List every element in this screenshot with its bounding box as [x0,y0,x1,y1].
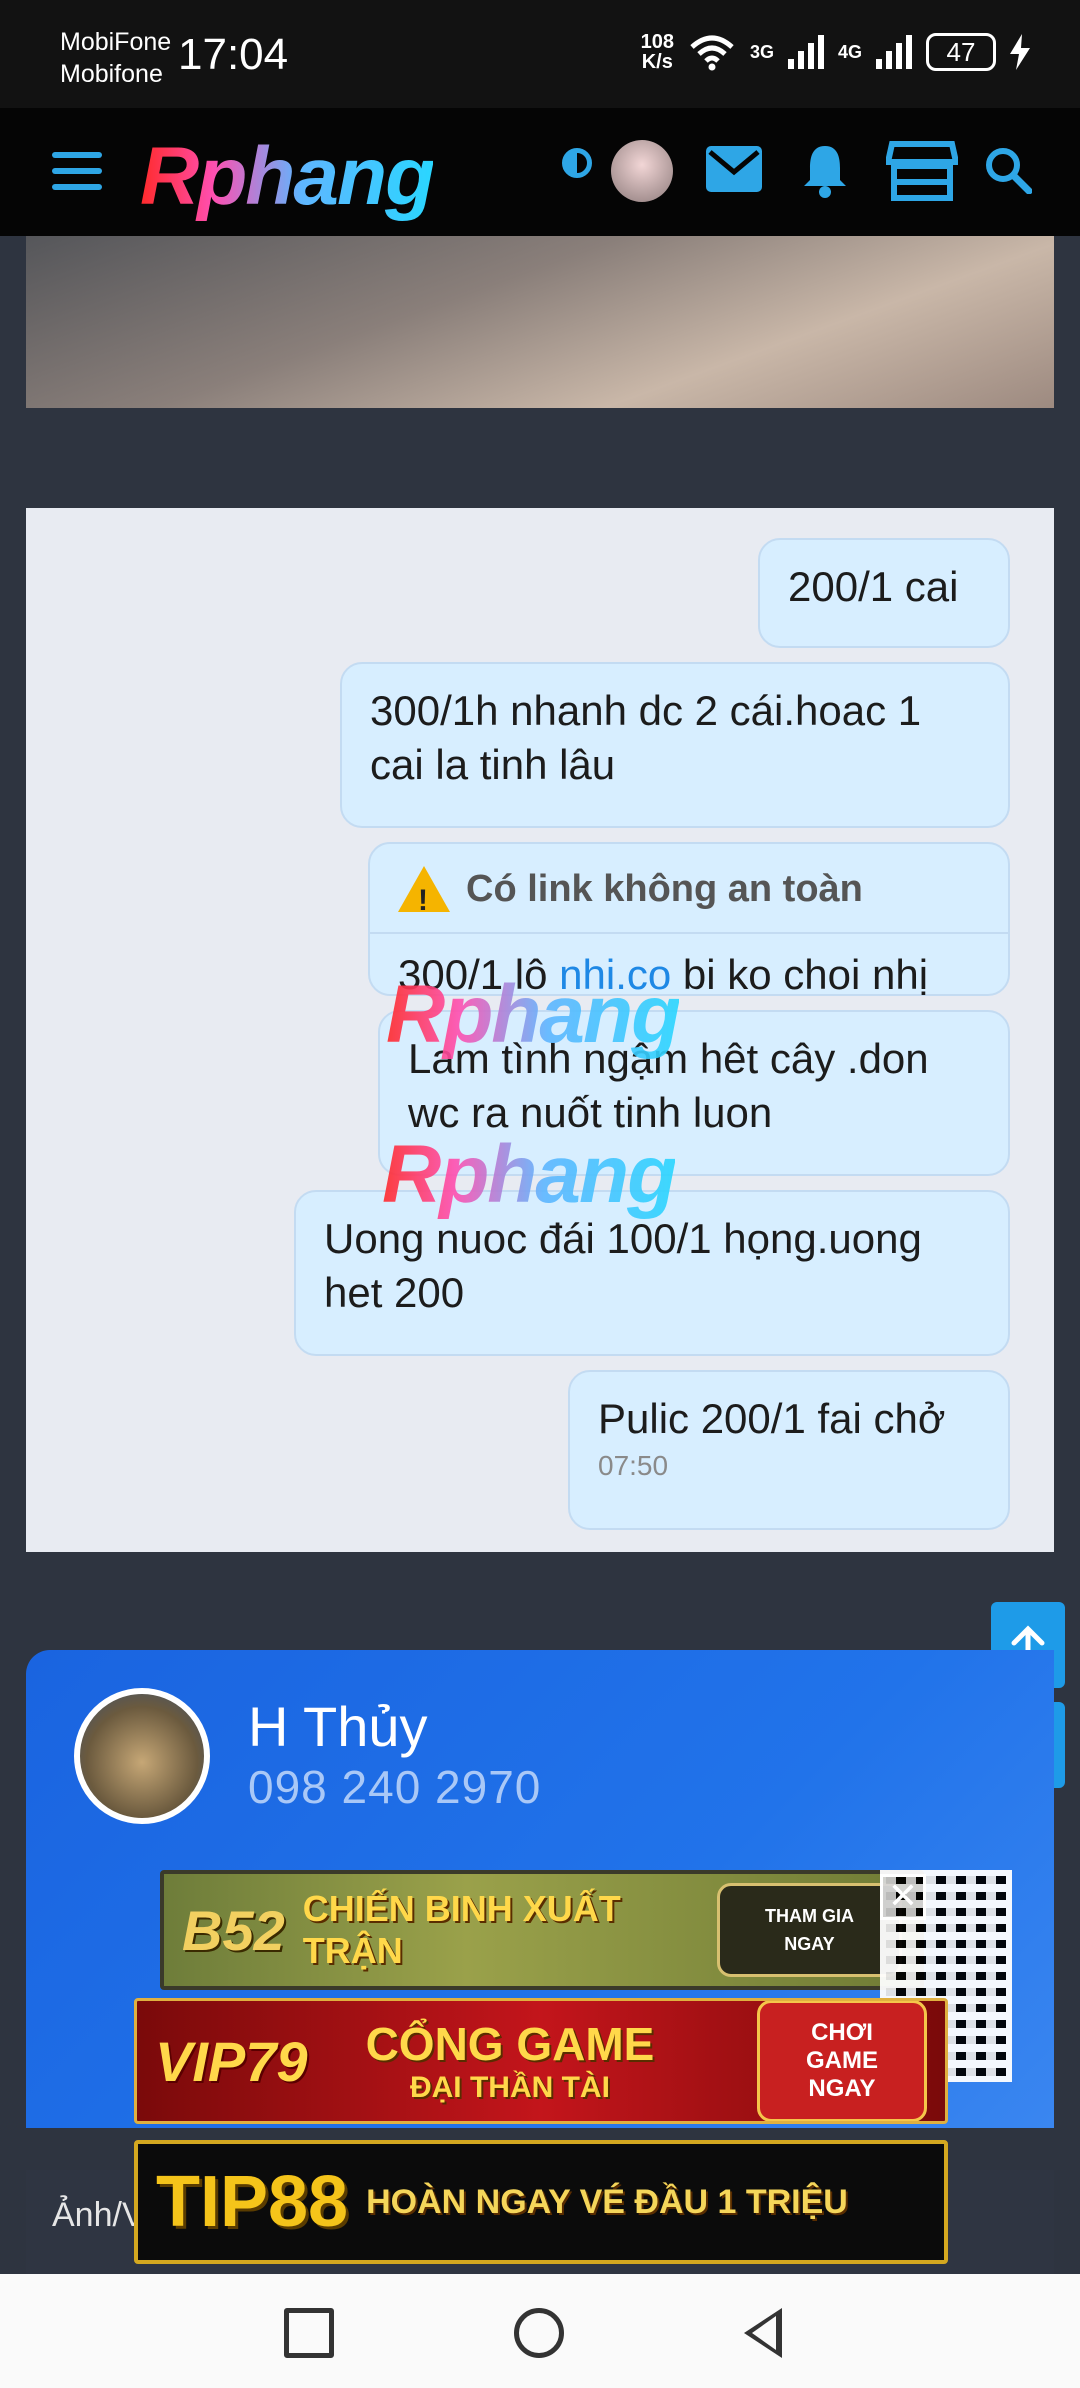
ad-banner-b52[interactable]: B52 CHIẾN BINH XUẤT TRẬN THAM GIA NGAY [160,1870,924,1990]
carrier-name: MobiFone Mobifone [60,26,171,90]
ad-cta-button[interactable]: THAM GIA NGAY [716,1883,902,1977]
chat-message-text: Uong nuoc đái 100/1 họng.uong het 200 [324,1215,922,1316]
ad-text: CHIẾN BINH XUẤT TRẬN [302,1888,621,1971]
unsafe-link-warning: Có link không an toàn [370,862,1008,934]
watermark-logo: Rphang [386,969,681,1060]
ad-banner-vip79[interactable]: VIP79 CỔNG GAME ĐẠI THẦN TÀI CHƠI GAME N… [134,1998,948,2124]
carrier-line-1: MobiFone [60,28,172,56]
ad-logo: TIP88 [156,2162,349,2242]
chat-bubble: 300/1h nhanh dc 2 cái.hoac 1 cai la tinh… [340,662,1010,828]
signal-icon [787,35,824,69]
battery-level: 47 [946,36,976,67]
network-type-2: 4G [837,41,862,62]
network-speed-value: 108 [640,31,674,53]
home-button[interactable] [514,2308,564,2358]
ad-text: CỔNG GAME [365,2018,655,2070]
back-button[interactable] [744,2308,782,2358]
battery-icon: 47 [926,33,996,71]
ad-text-block: CỔNG GAME ĐẠI THẦN TÀI [366,2017,655,2105]
signal-icon [876,35,912,69]
search-icon[interactable] [984,146,1032,194]
bell-icon[interactable] [800,142,850,198]
menu-icon[interactable] [52,152,102,192]
avatar[interactable] [611,140,673,202]
ad-banner-tip88[interactable]: TIP88 HOÀN NGAY VÉ ĐẦU 1 TRIỆU [134,2140,948,2264]
watermark-logo: Rphang [382,1129,677,1220]
network-type-1: 3G [749,41,774,62]
warning-icon [398,866,450,928]
ad-text: ĐẠI THẦN TÀI [409,2071,610,2104]
post-image[interactable] [26,236,1054,408]
chat-message-text: 200/1 cai [788,563,959,610]
mail-icon[interactable] [706,146,762,192]
chat-bubble: 200/1 cai [758,538,1010,648]
status-bar: MobiFone Mobifone 17:04 108 K/s 3G 4G 47 [0,0,1080,108]
chat-message-text: Pulic 200/1 fai chở [598,1395,946,1442]
wifi-icon [690,35,734,71]
chat-screenshot[interactable]: 200/1 cai 300/1h nhanh dc 2 cái.hoac 1 c… [26,508,1054,1552]
chat-message-time: 07:50 [598,1450,669,1481]
ad-cta-button[interactable]: CHƠI GAME NGAY [757,2001,927,2121]
contact-name: H Thủy [248,1695,428,1758]
chat-message-text: 300/1h nhanh dc 2 cái.hoac 1 cai la tinh… [370,687,922,788]
recent-apps-button[interactable] [284,2308,334,2358]
close-icon[interactable]: ✕ [880,1874,926,1920]
theme-toggle-icon[interactable] [562,148,592,178]
status-indicators: 108 K/s 3G 4G 47 [641,32,1030,72]
ad-text: HOÀN NGAY VÉ ĐẦU 1 TRIỆU [366,2182,848,2221]
store-icon[interactable] [886,140,958,202]
site-logo[interactable]: Rphang [140,130,435,224]
chat-message-text: bi ko choi nhị [671,951,929,998]
system-navigation-bar [0,2274,1080,2388]
contact-phone: 098 240 2970 [248,1761,542,1813]
ad-logo: B52 [182,1898,285,1962]
charging-icon [1010,34,1030,70]
status-time: 17:04 [178,30,289,79]
warning-text: Có link không an toàn [466,868,863,910]
carrier-line-2: Mobifone [60,60,163,88]
network-speed: 108 K/s [641,32,674,72]
contact-avatar [74,1688,210,1824]
network-speed-unit: K/s [641,51,673,73]
attachments-label: Ảnh/V [52,2196,145,2234]
ad-logo: VIP79 [155,2029,308,2093]
chat-bubble: Pulic 200/1 fai chở 07:50 [568,1370,1010,1530]
